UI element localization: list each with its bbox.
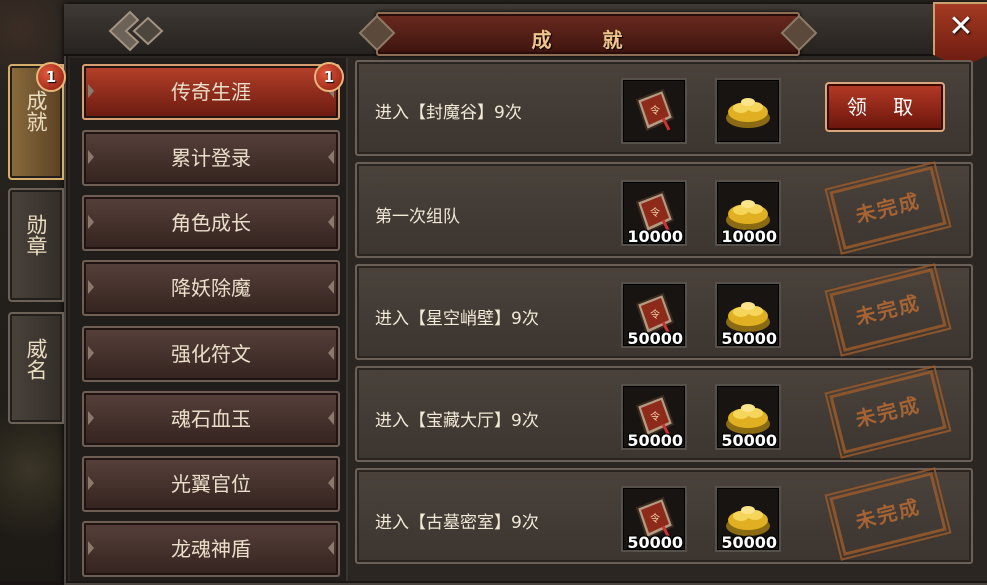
ornament-icon	[108, 10, 164, 52]
category-demon-slaying[interactable]: 降妖除魔	[82, 260, 340, 316]
reward-qty: 10000	[721, 227, 777, 246]
window-titlebar: 成 就	[64, 4, 987, 56]
achievement-row: 进入【古墓密室】9次 令 50000 50000 未完成	[355, 466, 973, 564]
claim-button[interactable]: 领 取	[825, 82, 945, 132]
reward-slot[interactable]: 50000	[715, 282, 781, 348]
reward-slot[interactable]	[715, 78, 781, 144]
category-cumulative-login[interactable]: 累计登录	[82, 130, 340, 186]
gold-coins-icon	[726, 98, 770, 128]
token-icon: 令	[635, 88, 675, 132]
reward-slot[interactable]: 令 50000	[621, 282, 687, 348]
achievement-text: 进入【宝藏大厅】9次	[375, 411, 539, 431]
achievement-row: 第一次组队 令 10000 10000 未完成	[355, 160, 973, 258]
category-rune-enhance[interactable]: 强化符文	[82, 326, 340, 382]
reward-slot[interactable]: 10000	[715, 180, 781, 246]
reward-qty: 50000	[721, 533, 777, 552]
category-legend-career[interactable]: 传奇生涯	[82, 64, 340, 120]
achievement-text: 第一次组队	[375, 207, 460, 227]
incomplete-stamp: 未完成	[824, 160, 952, 256]
side-tab-label: 勋章	[24, 214, 48, 256]
category-wing-rank[interactable]: 光翼官位	[82, 456, 340, 512]
svg-text:令: 令	[650, 410, 660, 423]
reward-qty: 50000	[627, 329, 683, 348]
side-tab-label: 成就	[24, 90, 48, 132]
svg-text:令: 令	[650, 206, 660, 219]
reward-slot[interactable]: 令 50000	[621, 486, 687, 552]
reward-qty: 10000	[627, 227, 683, 246]
reward-qty: 50000	[721, 431, 777, 450]
incomplete-stamp: 未完成	[824, 466, 952, 562]
side-tab-prestige[interactable]: 威名	[8, 312, 64, 424]
reward-qty: 50000	[627, 431, 683, 450]
reward-slot[interactable]: 令 50000	[621, 384, 687, 450]
svg-text:令: 令	[650, 308, 660, 321]
side-tab-badge: 1	[36, 62, 66, 92]
incomplete-stamp: 未完成	[824, 262, 952, 358]
close-button[interactable]: ✕	[933, 2, 987, 68]
category-character-growth[interactable]: 角色成长	[82, 195, 340, 251]
reward-slot[interactable]: 令 10000	[621, 180, 687, 246]
achievement-row: 进入【封魔谷】9次 令 领 取	[355, 60, 973, 156]
achievement-text: 进入【封魔谷】9次	[375, 103, 522, 123]
reward-qty: 50000	[627, 533, 683, 552]
title-plate: 成 就	[376, 12, 800, 56]
reward-qty: 50000	[721, 329, 777, 348]
reward-slot[interactable]: 令	[621, 78, 687, 144]
side-tab-medal[interactable]: 勋章	[8, 188, 64, 302]
category-panel: 传奇生涯 累计登录 角色成长 降妖除魔 强化符文 魂石血玉 光翼官位 龙魂神盾	[70, 58, 348, 581]
window-title: 成 就	[531, 28, 645, 52]
achievement-text: 进入【星空峭壁】9次	[375, 309, 539, 329]
svg-text:令: 令	[650, 512, 660, 525]
reward-slot[interactable]: 50000	[715, 384, 781, 450]
achievement-row: 进入【宝藏大厅】9次 令 50000 50000 未完成	[355, 364, 973, 462]
achievement-row: 进入【星空峭壁】9次 令 50000 50000 未完成	[355, 262, 973, 360]
incomplete-stamp: 未完成	[824, 364, 952, 460]
svg-text:令: 令	[650, 104, 660, 117]
category-badge: 1	[314, 62, 344, 92]
achievement-text: 进入【古墓密室】9次	[375, 513, 539, 533]
side-tab-label: 威名	[24, 338, 48, 380]
category-dragon-shield[interactable]: 龙魂神盾	[82, 521, 340, 577]
reward-slot[interactable]: 50000	[715, 486, 781, 552]
category-soulstone-jade[interactable]: 魂石血玉	[82, 391, 340, 447]
close-icon: ✕	[948, 9, 974, 44]
